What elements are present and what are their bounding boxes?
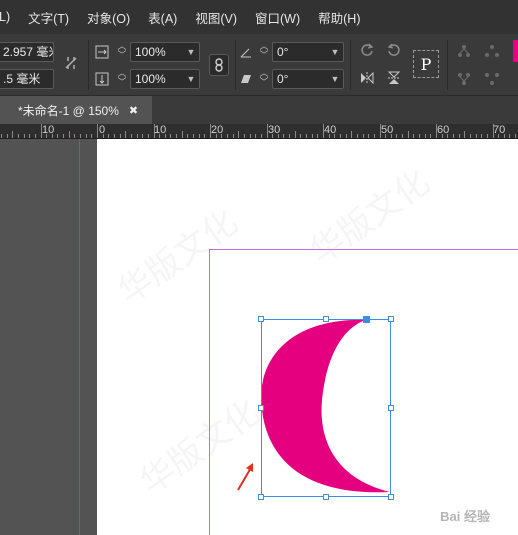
anchor-point[interactable] [363,316,370,323]
selection-frame[interactable] [261,319,391,497]
selection-handle[interactable] [388,494,394,500]
selection-handle[interactable] [258,494,264,500]
selection-handle[interactable] [388,316,394,322]
selection-handle[interactable] [258,316,264,322]
selection-handle[interactable] [323,494,329,500]
selection-handle[interactable] [388,405,394,411]
baidu-watermark: Bai 经验 [440,509,490,524]
crescent-shape[interactable] [0,0,518,535]
selection-handle[interactable] [323,316,329,322]
selection-handle[interactable] [258,405,264,411]
annotation-arrow-icon [237,463,253,491]
